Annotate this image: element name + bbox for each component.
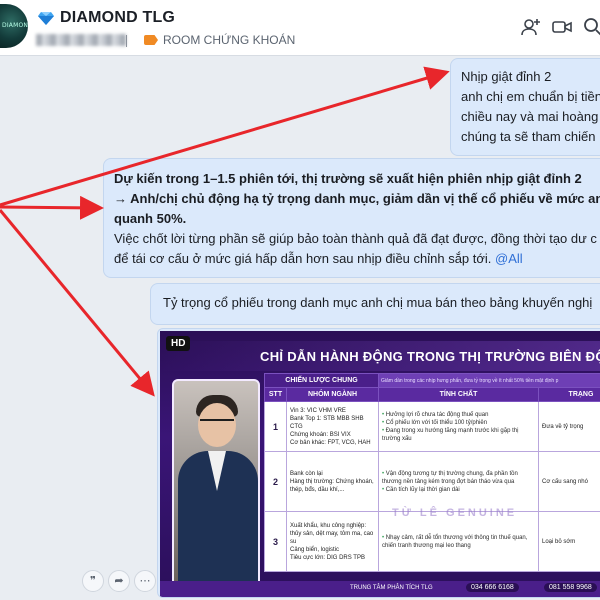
message-text: Tỷ trọng cổ phiếu trong danh mục anh chị… bbox=[163, 295, 593, 310]
message-text: để tái cơ cấu ở mức giá hấp dẫn hơn sau … bbox=[114, 251, 492, 266]
state-cell: Đưa về tỷ trọng bbox=[538, 401, 600, 452]
characteristics: Vận động tương tự thị trường chung, đa p… bbox=[378, 451, 539, 512]
message-bubble[interactable]: Dự kiến trong 1–1.5 phiên tới, thị trườn… bbox=[103, 158, 600, 278]
sector-line: thép, bđs, dầu khí,... bbox=[290, 486, 345, 493]
hd-badge: HD bbox=[166, 336, 191, 351]
sector-group: Vin 3: VIC VHM VRE Bank Top 1: STB MBB S… bbox=[286, 401, 379, 452]
state-cell: Loại bỏ sớm bbox=[538, 511, 600, 572]
message-line: anh chị em chuẩn bị tiền bbox=[461, 89, 600, 104]
message-line: → Anh/chị chủ động hạ tỷ trọng danh mục,… bbox=[114, 191, 600, 206]
diamond-icon bbox=[38, 12, 54, 25]
sector-group: Xuất khẩu, khu công nghiệp: thủy sản, dệ… bbox=[286, 511, 379, 572]
message-line: Dự kiến trong 1–1.5 phiên tới, thị trườn… bbox=[114, 171, 582, 186]
row-number: 3 bbox=[264, 511, 287, 572]
glasses bbox=[200, 419, 234, 427]
sector-line: Cảng biển, logistic bbox=[290, 546, 340, 553]
chat-header: DIAMOND DIAMOND TLG ROOM CHỨNG KHOÁN bbox=[0, 0, 600, 56]
characteristic-item: Nhạy cảm, rất dễ tổn thương với thông ti… bbox=[382, 534, 535, 550]
strategy-header: CHIẾN LƯỢC CHUNG bbox=[264, 373, 379, 388]
row-number: 1 bbox=[264, 401, 287, 452]
footer-center-name: TRUNG TÂM PHÂN TÍCH TLG bbox=[350, 585, 433, 591]
table-row: 3 Xuất khẩu, khu công nghiệp: thủy sản, … bbox=[264, 511, 600, 572]
table-row: 1 Vin 3: VIC VHM VRE Bank Top 1: STB MBB… bbox=[264, 401, 600, 452]
characteristic-item: Cần tích lũy lại thời gian dài bbox=[382, 486, 535, 494]
sector-line: Cơ bản khác: FPT, VCG, HAH bbox=[290, 439, 371, 446]
blurred-member-info bbox=[36, 34, 126, 46]
state-cell: Cơ cấu sang nhó bbox=[538, 451, 600, 512]
arrow-to-message-2 bbox=[0, 195, 104, 220]
sector-line: Hàng thị trường: Chứng khoán, bbox=[290, 478, 374, 485]
message-line: chiều nay và mai hoàng bbox=[461, 109, 599, 124]
characteristic-item: Vận động tương tự thị trường chung, đa p… bbox=[382, 470, 535, 486]
sector-line: Xuất khẩu, khu công nghiệp: bbox=[290, 522, 367, 529]
image-message[interactable]: HD CHỈ DẪN HÀNH ĐỘNG TRONG THỊ TRƯỜNG BI… bbox=[157, 328, 600, 598]
message-bubble[interactable]: Nhịp giật đỉnh 2 anh chị em chuẩn bị tiề… bbox=[450, 58, 600, 156]
row-number: 2 bbox=[264, 451, 287, 512]
column-header: NHÓM NGÀNH bbox=[286, 387, 379, 402]
sector-line: Vin 3: VIC VHM VRE bbox=[290, 407, 346, 414]
characteristic-item: Đang trong xu hướng tăng mạnh trước khi … bbox=[382, 427, 535, 443]
characteristics: Hưởng lợi rõ chưa tác động thuế quan Cổ … bbox=[378, 401, 539, 452]
column-header: TRẠNG bbox=[538, 387, 600, 402]
table-row: 2 Bank còn lại Hàng thị trường: Chứng kh… bbox=[264, 451, 600, 512]
characteristic-item: Cổ phiếu lớn với tối thiểu 100 tỷ/phiên bbox=[382, 419, 535, 427]
footer-phone: 034 666 6168 bbox=[466, 583, 519, 592]
group-title[interactable]: DIAMOND TLG bbox=[60, 9, 175, 27]
footer-phone: 081 558 9968 bbox=[544, 583, 597, 592]
recommendation-table: CHIẾN LƯỢC CHUNG Giảm dần trong các nhịp… bbox=[264, 373, 600, 572]
message-line: Nhịp giật đỉnh 2 bbox=[461, 69, 552, 84]
divider bbox=[126, 35, 127, 47]
message-line: chúng ta sẽ tham chiến bbox=[461, 129, 596, 144]
poster-title: CHỈ DẪN HÀNH ĐỘNG TRONG THỊ TRƯỜNG BIÊN … bbox=[260, 349, 600, 364]
analyst-photo bbox=[172, 379, 260, 587]
column-header: STT bbox=[264, 387, 287, 402]
forward-icon[interactable]: ➦ bbox=[108, 570, 130, 592]
message-line: quanh 50%. bbox=[114, 211, 187, 226]
video-call-icon[interactable] bbox=[551, 16, 573, 38]
poster-footer: TRUNG TÂM PHÂN TÍCH TLG 034 666 6168 081… bbox=[160, 581, 600, 597]
mention-all-link[interactable]: @All bbox=[495, 251, 523, 266]
sector-line: Chứng khoán: BSI VIX bbox=[290, 431, 351, 438]
more-options-icon[interactable]: ⋯ bbox=[134, 570, 156, 592]
message-line: Việc chốt lời từng phần sẽ giúp bảo toàn… bbox=[114, 231, 597, 246]
sector-line: thủy sản, dệt may, tôm ma, cao su bbox=[290, 530, 374, 545]
quote-reply-icon[interactable]: ❞ bbox=[82, 570, 104, 592]
sector-line: Bank Top 1: STB MBB SHB CTG bbox=[290, 415, 364, 430]
add-member-icon[interactable] bbox=[520, 16, 542, 38]
strategy-note: Giảm dần trong các nhịp hưng phấn, đưa t… bbox=[378, 373, 600, 388]
shared-image[interactable]: HD CHỈ DẪN HÀNH ĐỘNG TRONG THỊ TRƯỜNG BI… bbox=[160, 331, 600, 597]
column-header: TÍNH CHẤT bbox=[378, 387, 539, 402]
message-bubble[interactable]: Tỷ trọng cổ phiếu trong danh mục anh chị… bbox=[150, 283, 600, 325]
characteristic-item: Hưởng lợi rõ chưa tác động thuế quan bbox=[382, 411, 535, 419]
sector-line: Tiêu cực lớn: DIG DRS TPB bbox=[290, 554, 365, 561]
sector-group: Bank còn lại Hàng thị trường: Chứng khoá… bbox=[286, 451, 379, 512]
room-label[interactable]: ROOM CHỨNG KHOÁN bbox=[163, 33, 295, 47]
message-line: để tái cơ cấu ở mức giá hấp dẫn hơn sau … bbox=[114, 249, 600, 269]
label-tag-icon bbox=[144, 35, 158, 45]
watermark-text: TỪ LÊ GENUINE bbox=[392, 507, 518, 519]
search-icon[interactable] bbox=[582, 16, 600, 38]
sector-line: Bank còn lại bbox=[290, 470, 323, 477]
characteristics: Nhạy cảm, rất dễ tổn thương với thông ti… bbox=[378, 511, 539, 572]
group-avatar[interactable]: DIAMOND bbox=[0, 4, 28, 48]
